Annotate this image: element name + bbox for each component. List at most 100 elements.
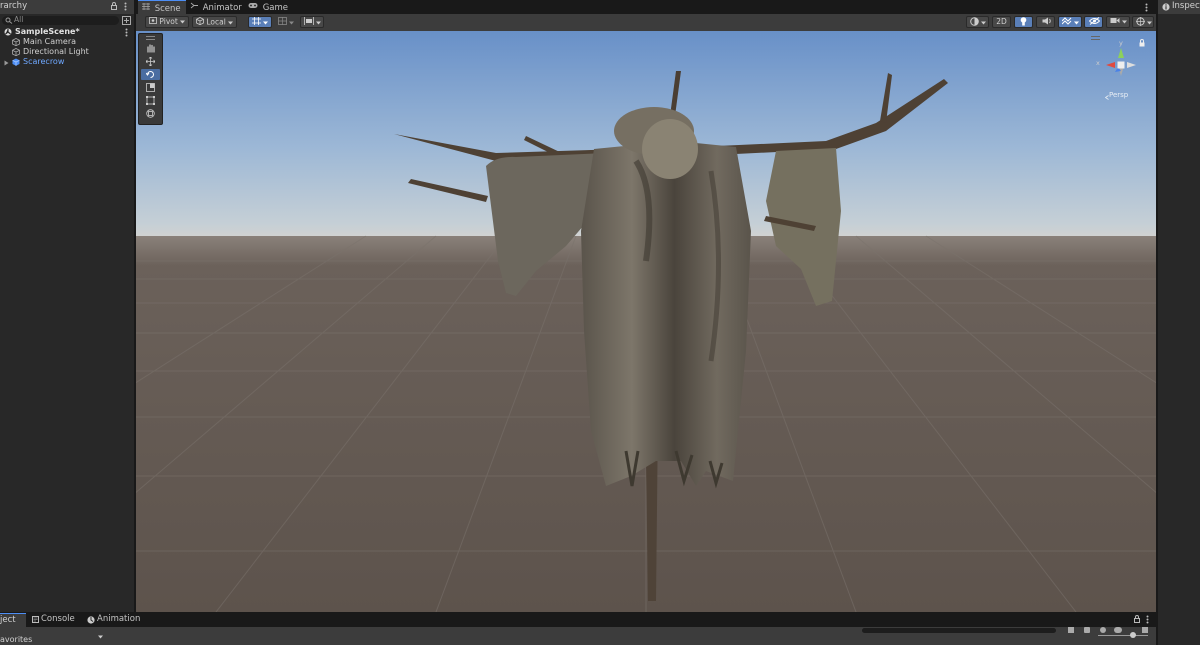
draw-mode-dropdown[interactable] [966,16,989,28]
inspector-tabbar: Inspecto [1158,0,1200,14]
toggle-2d-button[interactable]: 2D [992,16,1011,28]
tab-label: Game [262,2,289,13]
filter-icon[interactable] [1068,627,1074,633]
lighting-toggle[interactable] [1014,16,1033,28]
visibility-icon[interactable] [1114,627,1122,633]
effects-dropdown[interactable] [1058,16,1082,28]
scale-tool[interactable] [141,82,160,93]
hierarchy-item-main-camera[interactable]: Main Camera [0,37,134,47]
scene-render [136,31,1156,612]
hierarchy-item-directional-light[interactable]: Directional Light [0,47,134,57]
gizmo-globe-icon [1136,17,1145,29]
local-dropdown[interactable]: Local [192,16,237,28]
hand-icon [146,44,155,55]
persp-arrow-icon [1104,93,1109,102]
panel-divider[interactable] [134,0,136,612]
expand-arrow-icon[interactable] [4,59,9,69]
more-options-icon[interactable] [1145,3,1148,14]
speaker-icon [1042,17,1052,28]
chevron-down-icon [316,18,322,28]
gizmo-x-label: x [1096,59,1100,67]
transform-tool[interactable] [141,108,160,119]
inspector-panel: Inspecto [1158,0,1200,645]
twod-label: 2D [996,17,1007,26]
lock-icon[interactable] [1134,615,1140,625]
hierarchy-item-label: Directional Light [23,47,89,56]
hierarchy-search-field[interactable]: All [2,15,119,26]
tab-scene[interactable]: Scene [138,0,186,14]
panel-divider[interactable] [1156,0,1158,645]
more-options-icon[interactable] [1146,615,1149,626]
hierarchy-item-label: Scarecrow [23,57,65,66]
project-search-field[interactable] [862,628,1056,633]
shaded-sphere-icon [970,17,979,29]
persp-label[interactable]: Persp [1109,91,1128,99]
lightbulb-icon [1020,17,1027,29]
hierarchy-item-label: Main Camera [23,37,77,46]
chevron-down-icon [1147,18,1153,28]
grid-snap-icon [252,17,261,28]
move-tool[interactable] [141,56,160,67]
chevron-down-icon [289,18,295,28]
audio-toggle[interactable] [1036,16,1055,28]
bottom-tabbar: ject Console Animation [0,613,1156,627]
bottom-panel: ject Console Animation avorites [0,613,1156,645]
favorites-label: avorites [0,635,33,644]
hand-tool[interactable] [141,43,160,54]
palette-drag-handle[interactable] [146,36,155,40]
star-icon[interactable] [1100,627,1106,633]
chevron-down-icon [228,18,234,28]
local-cube-icon [196,17,204,28]
add-object-icon[interactable] [122,16,131,25]
animation-icon [87,616,95,626]
gizmos-dropdown[interactable] [1132,16,1154,28]
panel-divider[interactable] [0,612,1156,613]
camera-dropdown[interactable] [1106,16,1130,28]
rect-tool[interactable] [141,95,160,106]
more-options-icon[interactable] [124,2,127,11]
hierarchy-tab[interactable]: rarchy [0,1,27,11]
info-icon [1162,3,1170,13]
pivot-dropdown[interactable]: Pivot [145,16,189,28]
orientation-gizmo[interactable]: y x Persp [1091,35,1154,103]
chevron-down-icon [1074,18,1080,28]
lock-icon[interactable] [111,2,117,10]
local-label: Local [206,17,226,27]
animator-icon [190,0,198,14]
zoom-slider-thumb[interactable] [1130,632,1136,638]
scene-row[interactable]: SampleScene* [0,27,134,37]
rotate-icon [145,70,155,81]
tab-console[interactable]: Console [30,613,78,627]
gizmo-y-label: y [1119,39,1123,47]
console-icon [32,616,39,625]
count-icon[interactable] [1142,627,1148,633]
rect-transform-icon [146,96,155,107]
snap-icon [278,17,287,28]
tab-label: ject [0,615,16,625]
tab-animation[interactable]: Animation [86,613,142,627]
project-toolbar: avorites [0,627,1156,645]
tab-project[interactable]: ject [0,613,26,627]
hidden-objects-toggle[interactable] [1084,16,1103,28]
search-icon [5,17,13,26]
tool-palette [138,33,163,125]
tab-label: Console [41,614,75,624]
chevron-down-icon [981,18,987,28]
align-button[interactable] [300,16,324,28]
inspector-tab[interactable]: Inspecto [1172,1,1200,11]
tab-game[interactable]: Game [246,0,288,14]
favorites-row[interactable]: avorites [0,635,104,645]
chevron-down-icon [263,18,269,28]
label-icon[interactable] [1084,627,1090,633]
hierarchy-panel: rarchy All SampleScene* Main Camera Dire… [0,0,134,612]
tab-animator[interactable]: Animator [188,0,242,14]
grid-icon [142,1,150,15]
zoom-slider-track[interactable] [1098,635,1148,636]
increment-snap-button[interactable] [274,16,298,28]
hierarchy-item-scarecrow[interactable]: Scarecrow [0,57,134,67]
grid-snapping-button[interactable] [248,16,272,28]
rotate-tool[interactable] [141,69,160,80]
axis-gizmo-icon [1106,48,1136,76]
transform-icon [146,109,155,120]
scene-viewport[interactable]: y x Persp [136,31,1156,612]
